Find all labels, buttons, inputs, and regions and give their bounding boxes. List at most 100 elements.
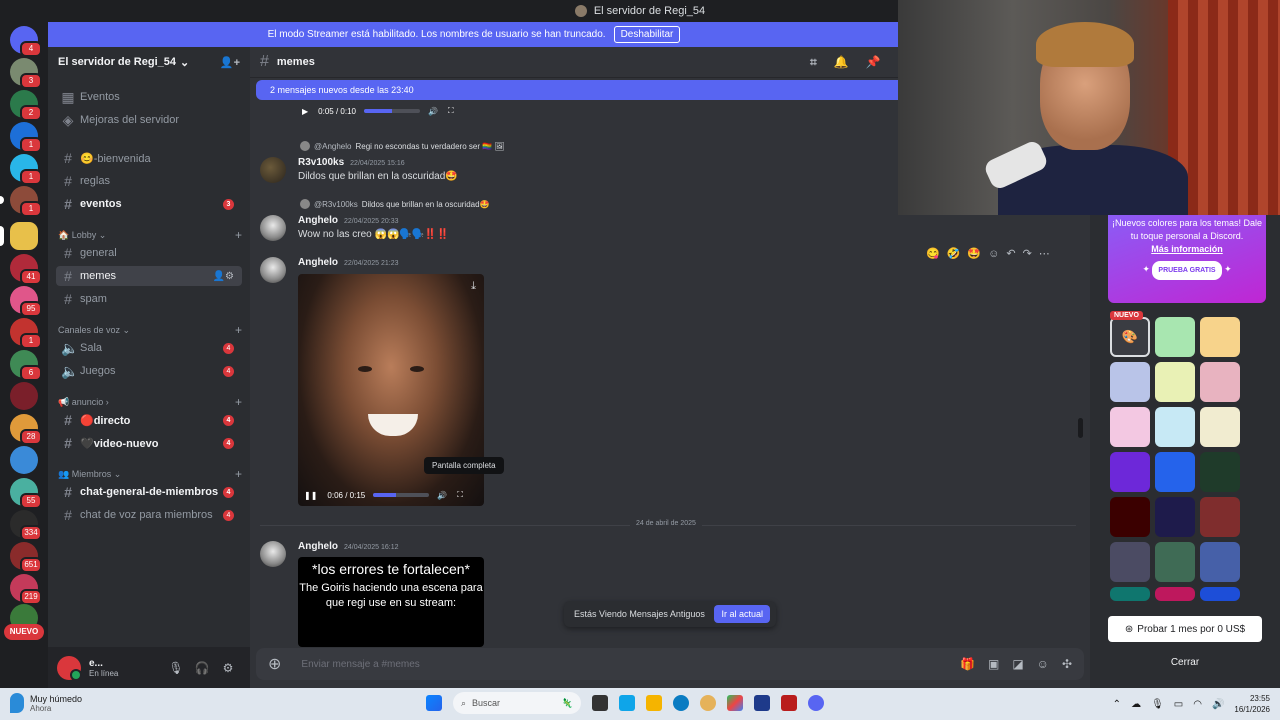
play-icon[interactable]: ▶ <box>302 107 308 116</box>
message-author[interactable]: Anghelo 22/04/2025 20:33 <box>298 215 399 226</box>
guild-icon[interactable]: 1 <box>0 186 42 217</box>
guild-icon[interactable]: 1 <box>10 122 42 153</box>
message-input[interactable]: Enviar mensaje a #memes <box>301 659 419 670</box>
channel-reglas[interactable]: # reglas <box>56 171 242 191</box>
fullscreen-icon[interactable]: ⛶ <box>457 490 463 500</box>
voice-channel-sala[interactable]: 🔈 Sala 4 <box>56 338 242 358</box>
add-reaction-icon[interactable]: ☺ <box>988 248 999 260</box>
volume-icon[interactable]: 🔊 <box>437 491 447 500</box>
theme-swatch[interactable] <box>1110 407 1150 447</box>
channel-memes[interactable]: # memes 👤⚙ <box>56 266 242 286</box>
category-anuncio[interactable]: 📢 anuncio › + <box>58 395 242 409</box>
close-button[interactable]: Cerrar <box>1108 652 1262 674</box>
task-view-icon[interactable] <box>592 695 608 711</box>
theme-swatch[interactable] <box>1155 362 1195 402</box>
start-icon[interactable] <box>426 695 442 711</box>
channel-directo[interactable]: # 🔴directo 4 <box>56 410 242 430</box>
jump-to-present-button[interactable]: Ir al actual <box>714 605 770 623</box>
server-boost-item[interactable]: ◈ Mejoras del servidor <box>56 110 242 130</box>
channel-chat-general-de-miembros[interactable]: # chat-general-de-miembros 4 <box>56 482 242 502</box>
bell-icon[interactable]: 🔔 <box>834 55 849 70</box>
store-icon[interactable] <box>619 695 635 711</box>
category-miembros[interactable]: 👥 Miembros ⌄ + <box>58 467 242 481</box>
guild-icon[interactable]: 6 <box>10 350 42 381</box>
theme-swatch[interactable] <box>1200 452 1240 492</box>
app-icon[interactable] <box>754 695 770 711</box>
add-channel-icon[interactable]: + <box>235 467 242 481</box>
guild-icon[interactable]: 3 <box>10 58 42 89</box>
theme-swatch[interactable] <box>1110 497 1150 537</box>
reply-icon[interactable]: ↶ <box>1006 247 1015 260</box>
theme-swatch[interactable] <box>1155 542 1195 582</box>
reply-preview[interactable]: @R3v100ks Dildos que brillan en la oscur… <box>300 199 490 209</box>
edge-icon[interactable] <box>673 695 689 711</box>
plus-icon[interactable]: ⊕ <box>268 654 281 674</box>
avatar[interactable] <box>57 655 82 681</box>
events-item[interactable]: ▦ Eventos <box>56 87 242 107</box>
theme-swatch[interactable] <box>1110 542 1150 582</box>
message-author[interactable]: R3v100ks 22/04/2025 15:16 <box>298 157 405 168</box>
app-icon[interactable] <box>781 695 797 711</box>
theme-swatch[interactable] <box>1110 587 1150 601</box>
active-guild-icon[interactable] <box>0 222 38 250</box>
display-icon[interactable]: ▭ <box>1174 699 1183 710</box>
weather-widget[interactable]: Muy húmedo Ahora <box>10 693 82 713</box>
category-lobby[interactable]: 🏠 Lobby ⌄ + <box>58 228 242 242</box>
channel-general[interactable]: # general <box>56 243 242 263</box>
guild-icon[interactable]: 95 <box>10 286 42 317</box>
theme-swatch[interactable] <box>1155 587 1195 601</box>
guild-icon[interactable]: 334 <box>10 510 42 541</box>
gif-icon[interactable]: ▣ <box>988 657 999 671</box>
pin-icon[interactable]: 📌 <box>866 55 881 70</box>
file-explorer-icon[interactable] <box>646 695 662 711</box>
channel-eventos[interactable]: # eventos 3 <box>56 194 242 214</box>
theme-swatch[interactable] <box>1200 362 1240 402</box>
new-guild-badge[interactable]: NUEVO <box>4 624 44 640</box>
scrollbar[interactable] <box>1078 418 1083 438</box>
fullscreen-icon[interactable]: ⛶ <box>448 106 454 116</box>
guild-icon[interactable]: 28 <box>10 414 42 445</box>
video-progress[interactable] <box>363 109 420 113</box>
avatar[interactable] <box>260 215 286 241</box>
theme-swatch[interactable] <box>1110 452 1150 492</box>
category-voz[interactable]: Canales de voz ⌄ + <box>58 323 242 337</box>
theme-swatch[interactable] <box>1155 497 1195 537</box>
theme-swatch[interactable] <box>1200 542 1240 582</box>
guild-icon[interactable]: 651 <box>10 542 42 573</box>
network-icon[interactable]: ☁ <box>1131 699 1141 710</box>
add-channel-icon[interactable]: + <box>235 323 242 337</box>
headphones-icon[interactable]: 🎧 <box>189 661 215 675</box>
gift-icon[interactable]: 🎁 <box>960 657 975 671</box>
message-author[interactable]: Anghelo 22/04/2025 21:23 <box>298 257 399 268</box>
reply-preview[interactable]: @Anghelo Regi no escondas tu verdadero s… <box>300 141 505 151</box>
more-icon[interactable]: ⋯ <box>1039 247 1050 260</box>
chrome-icon[interactable] <box>700 695 716 711</box>
message-composer[interactable]: ⊕ Enviar mensaje a #memes 🎁 ▣ ◪ ☺ ✣ <box>256 648 1084 680</box>
add-channel-icon[interactable]: + <box>235 228 242 242</box>
apps-icon[interactable]: ✣ <box>1062 657 1072 671</box>
server-header[interactable]: El servidor de Regi_54 ⌄ 👤+ <box>48 47 250 77</box>
channel-settings-icons[interactable]: 👤⚙ <box>213 271 234 282</box>
forward-icon[interactable]: ↷ <box>1023 247 1032 260</box>
theme-swatch[interactable] <box>1155 317 1195 357</box>
settings-gear-icon[interactable]: ⚙ <box>215 661 241 675</box>
wifi-icon[interactable]: ◠ <box>1193 699 1202 710</box>
discord-icon[interactable] <box>808 695 824 711</box>
reaction-icon[interactable]: 😋 <box>926 247 940 260</box>
guild-icon[interactable]: 1 <box>10 318 42 349</box>
theme-swatch[interactable] <box>1110 362 1150 402</box>
direct-messages-icon[interactable]: 4 <box>10 26 42 57</box>
download-icon[interactable]: ⤓ <box>471 280 476 293</box>
microphone-icon[interactable]: 🎙 <box>163 661 189 675</box>
volume-icon[interactable]: 🔊 <box>428 107 438 116</box>
chevron-up-icon[interactable]: ⌃ <box>1113 699 1121 710</box>
guild-icon[interactable]: 41 <box>10 254 42 285</box>
channel-bienvenida[interactable]: # 😊-bienvenida <box>56 148 242 168</box>
taskbar-search[interactable]: ⌕ Buscar 🦎 <box>453 692 581 714</box>
channel-video-nuevo[interactable]: # 🖤video-nuevo 4 <box>56 433 242 453</box>
pause-icon[interactable]: ❚❚ <box>304 491 317 500</box>
reaction-icon[interactable]: 🤩 <box>967 247 981 260</box>
theme-swatch[interactable] <box>1200 497 1240 537</box>
avatar[interactable] <box>260 157 286 183</box>
guild-icon[interactable]: 1 <box>10 154 42 185</box>
